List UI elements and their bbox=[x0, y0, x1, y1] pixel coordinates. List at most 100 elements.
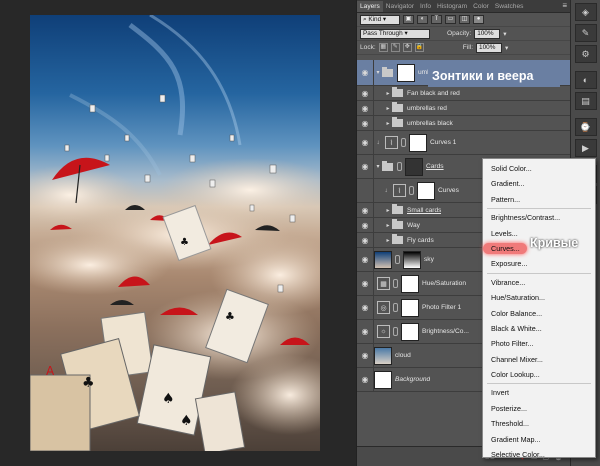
visibility-toggle[interactable] bbox=[357, 179, 374, 202]
visibility-toggle[interactable]: ◉ bbox=[357, 218, 374, 232]
lock-transparent-icon[interactable]: ▦ bbox=[378, 43, 388, 52]
layer-row[interactable]: ◉ ▸ Fan black and red bbox=[357, 86, 571, 101]
menu-item-threshold[interactable]: Threshold... bbox=[483, 416, 595, 431]
panel-menu-icon[interactable]: ≡ bbox=[562, 1, 570, 12]
mask-link-icon[interactable] bbox=[395, 255, 400, 264]
mask-link-icon[interactable] bbox=[409, 186, 414, 195]
layer-name[interactable]: Hue/Saturation bbox=[422, 280, 466, 287]
mask-link-icon[interactable] bbox=[393, 279, 398, 288]
menu-item-invert[interactable]: Invert bbox=[483, 385, 595, 400]
filter-pixel-icon[interactable]: ▣ bbox=[403, 15, 414, 24]
blend-mode-select[interactable]: Pass Through ▾ bbox=[360, 28, 430, 39]
menu-item-brightness-contrast[interactable]: Brightness/Contrast... bbox=[483, 210, 595, 225]
layer-thumbnail[interactable] bbox=[374, 250, 392, 269]
layer-mask-thumbnail[interactable] bbox=[401, 322, 419, 341]
visibility-toggle[interactable]: ◉ bbox=[357, 248, 374, 271]
layer-mask-thumbnail[interactable] bbox=[401, 298, 419, 317]
menu-item-black-white[interactable]: Black & White... bbox=[483, 321, 595, 336]
filter-shape-icon[interactable]: ▭ bbox=[445, 15, 456, 24]
menu-item-color-balance[interactable]: Color Balance... bbox=[483, 306, 595, 321]
filter-smart-icon[interactable]: ◫ bbox=[459, 15, 470, 24]
tab-layers[interactable]: Layers bbox=[357, 1, 383, 12]
layer-name[interactable]: Cards bbox=[426, 163, 444, 170]
tab-color[interactable]: Color bbox=[470, 1, 492, 12]
menu-item-solid-color[interactable]: Solid Color... bbox=[483, 161, 595, 176]
visibility-toggle[interactable]: ◉ bbox=[357, 60, 374, 85]
fill-input[interactable]: 100% bbox=[476, 42, 503, 53]
menu-item-channel-mixer[interactable]: Channel Mixer... bbox=[483, 352, 595, 367]
layer-mask-thumbnail[interactable] bbox=[405, 157, 423, 176]
expand-caret-icon[interactable]: ▸ bbox=[384, 207, 392, 214]
tab-info[interactable]: Info bbox=[417, 1, 434, 12]
visibility-toggle[interactable]: ◉ bbox=[357, 116, 374, 130]
layer-name[interactable]: Background bbox=[395, 376, 430, 383]
visibility-toggle[interactable]: ◉ bbox=[357, 296, 374, 319]
menu-item-hue-saturation[interactable]: Hue/Saturation... bbox=[483, 290, 595, 305]
menu-item-photo-filter[interactable]: Photo Filter... bbox=[483, 336, 595, 351]
layer-thumbnail[interactable] bbox=[374, 346, 392, 365]
visibility-toggle[interactable]: ◉ bbox=[357, 368, 374, 391]
layer-name[interactable]: umbrellas red bbox=[407, 105, 447, 112]
layer-row[interactable]: ◉ ▸ umbrellas red bbox=[357, 101, 571, 116]
layers-dock-icon[interactable]: ◈ bbox=[574, 3, 597, 21]
menu-item-posterize[interactable]: Posterize... bbox=[483, 401, 595, 416]
visibility-toggle[interactable]: ◉ bbox=[357, 272, 374, 295]
visibility-toggle[interactable]: ◉ bbox=[357, 344, 374, 367]
layer-mask-thumbnail[interactable] bbox=[403, 250, 421, 269]
menu-item-pattern[interactable]: Pattern... bbox=[483, 192, 595, 207]
layer-name[interactable]: Small cards bbox=[407, 207, 441, 214]
layer-mask-thumbnail[interactable] bbox=[401, 274, 419, 293]
layer-name[interactable]: Curves 1 bbox=[430, 139, 456, 146]
collapse-caret-icon[interactable]: ▾ bbox=[374, 163, 382, 170]
visibility-toggle[interactable]: ◉ bbox=[357, 155, 374, 178]
menu-item-exposure[interactable]: Exposure... bbox=[483, 256, 595, 271]
expand-caret-icon[interactable]: ▸ bbox=[384, 90, 392, 97]
menu-item-gradient[interactable]: Gradient... bbox=[483, 176, 595, 191]
menu-item-gradient-map[interactable]: Gradient Map... bbox=[483, 432, 595, 447]
filter-adjustment-icon[interactable]: ◐ bbox=[417, 15, 428, 24]
adjustment-layer-menu[interactable]: Solid Color... Gradient... Pattern... Br… bbox=[482, 158, 596, 459]
mask-link-icon[interactable] bbox=[393, 303, 398, 312]
menu-item-color-lookup[interactable]: Color Lookup... bbox=[483, 367, 595, 382]
collapse-caret-icon[interactable]: ▾ bbox=[374, 69, 382, 76]
layer-name[interactable]: sky bbox=[424, 256, 434, 263]
layer-row[interactable]: ◉ ▸ umbrellas black bbox=[357, 116, 571, 131]
artwork-canvas[interactable]: ♣ ♠ ♠ ♣ A ♣ bbox=[30, 15, 320, 451]
layer-mask-thumbnail[interactable] bbox=[417, 181, 435, 200]
properties-dock-icon[interactable]: ▤ bbox=[574, 92, 597, 110]
menu-item-vibrance[interactable]: Vibrance... bbox=[483, 275, 595, 290]
adjustments-dock-icon[interactable]: ◐ bbox=[574, 71, 597, 89]
layer-name[interactable]: cloud bbox=[395, 352, 411, 359]
mask-link-icon[interactable] bbox=[397, 162, 402, 171]
layer-thumbnail[interactable] bbox=[374, 370, 392, 389]
layer-name[interactable]: Brightness/Co... bbox=[422, 328, 469, 335]
actions-dock-icon[interactable]: ▶ bbox=[574, 139, 597, 157]
fill-dropdown-icon[interactable]: ▾ bbox=[505, 44, 508, 52]
expand-caret-icon[interactable]: ▸ bbox=[384, 120, 392, 127]
visibility-toggle[interactable]: ◉ bbox=[357, 203, 374, 217]
mask-link-icon[interactable] bbox=[393, 327, 398, 336]
layer-name[interactable]: Fly cards bbox=[407, 237, 434, 244]
mask-link-icon[interactable] bbox=[401, 138, 406, 147]
gear-icon[interactable]: ⚙ bbox=[574, 45, 597, 63]
layer-row[interactable]: ◉ ↓ ⌇ Curves 1 bbox=[357, 131, 571, 155]
tab-swatches[interactable]: Swatches bbox=[492, 1, 527, 12]
filter-type-icon[interactable]: T bbox=[431, 15, 442, 24]
tab-navigator[interactable]: Navigator bbox=[383, 1, 417, 12]
expand-caret-icon[interactable]: ▸ bbox=[384, 105, 392, 112]
brush-dock-icon[interactable]: ✎ bbox=[574, 24, 597, 42]
menu-item-selective-color[interactable]: Selective Color... bbox=[483, 447, 595, 462]
visibility-toggle[interactable]: ◉ bbox=[357, 320, 374, 343]
lock-all-icon[interactable]: 🔒 bbox=[414, 43, 424, 52]
canvas-area[interactable]: ♣ ♠ ♠ ♣ A ♣ bbox=[0, 0, 356, 466]
layer-name[interactable]: Fan black and red bbox=[407, 90, 460, 97]
opacity-input[interactable]: 100% bbox=[474, 28, 501, 39]
lock-position-icon[interactable]: ✥ bbox=[402, 43, 412, 52]
visibility-toggle[interactable]: ◉ bbox=[357, 101, 374, 115]
layer-name[interactable]: Way bbox=[407, 222, 420, 229]
layer-name[interactable]: umbrellas black bbox=[407, 120, 453, 127]
opacity-dropdown-icon[interactable]: ▾ bbox=[503, 30, 506, 38]
filter-toggle-icon[interactable]: ● bbox=[473, 15, 484, 24]
layer-name[interactable]: Photo Filter 1 bbox=[422, 304, 461, 311]
expand-caret-icon[interactable]: ▸ bbox=[384, 237, 392, 244]
